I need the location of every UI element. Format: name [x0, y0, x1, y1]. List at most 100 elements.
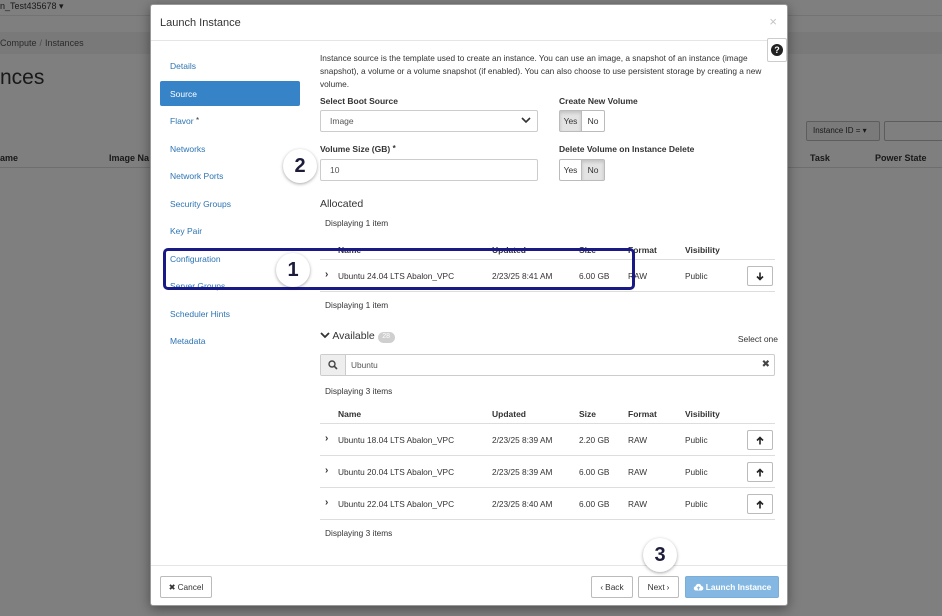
- deallocate-button[interactable]: [747, 266, 773, 286]
- close-icon: ✖: [168, 582, 176, 592]
- allocate-button[interactable]: [747, 430, 773, 450]
- chevron-right-icon[interactable]: ›: [325, 497, 328, 508]
- table-row: › Ubuntu 24.04 LTS Abalon_VPC 2/23/25 8:…: [320, 260, 775, 292]
- create-volume-label: Create New Volume: [559, 96, 638, 106]
- launch-instance-modal: Launch Instance × ? Details Source Flavo…: [150, 4, 788, 606]
- create-volume-no[interactable]: No: [582, 110, 605, 132]
- volume-size-label: Volume Size (GB) *: [320, 144, 396, 154]
- row-visibility: Public: [685, 467, 708, 477]
- callout-step-2: 2: [283, 149, 317, 183]
- cancel-button[interactable]: ✖ Cancel: [160, 576, 212, 598]
- available-count-bottom: Displaying 3 items: [325, 528, 393, 538]
- allocate-button[interactable]: [747, 462, 773, 482]
- allocated-table-header: Name Updated Size Format Visibility: [320, 240, 775, 260]
- boot-source-label: Select Boot Source: [320, 96, 398, 106]
- boot-source-value: Image: [330, 116, 354, 126]
- nav-item-label: Security Groups: [170, 198, 231, 209]
- volume-size-input[interactable]: 10: [320, 159, 538, 181]
- nav-item-label: Details: [170, 61, 196, 71]
- help-icon: ?: [771, 44, 783, 56]
- close-icon[interactable]: ×: [769, 14, 777, 29]
- clear-search-icon[interactable]: ✖: [762, 359, 770, 370]
- nav-item-label: Scheduler Hints: [170, 308, 231, 319]
- available-title: Available: [332, 330, 375, 342]
- available-table: Name Updated Size Format Visibility › Ub…: [320, 404, 775, 520]
- arrow-up-icon: [756, 435, 764, 444]
- available-count-badge: 28: [377, 332, 395, 343]
- nav-item-label: Key Pair: [170, 226, 203, 236]
- nav-item-flavor[interactable]: Flavor *: [160, 108, 300, 133]
- nav-item-metadata[interactable]: Metadata: [160, 328, 300, 353]
- row-size: 6.00 GB: [579, 467, 610, 477]
- nav-item-source[interactable]: Source: [160, 80, 300, 106]
- row-visibility: Public: [685, 499, 708, 509]
- column-name: Name: [338, 245, 362, 255]
- nav-item-scheduler-hints[interactable]: Scheduler Hints: [160, 301, 300, 326]
- modal-header: Launch Instance ×: [151, 5, 787, 41]
- nav-item-label: Configuration: [170, 253, 221, 264]
- row-format: RAW: [628, 435, 648, 445]
- nav-item-label: Metadata: [170, 336, 206, 346]
- allocate-button[interactable]: [747, 494, 773, 514]
- modal-footer: ✖ Cancel ‹ Back Next › Launch Instance: [151, 565, 787, 607]
- volume-size-label-text: Volume Size (GB): [320, 144, 391, 154]
- source-description: Instance source is the template used to …: [320, 53, 762, 89]
- row-updated: 2/23/25 8:41 AM: [492, 271, 553, 281]
- row-visibility: Public: [685, 271, 708, 281]
- delete-volume-toggle: Yes No: [559, 159, 605, 181]
- table-row: › Ubuntu 18.04 LTS Abalon_VPC 2/23/25 8:…: [320, 424, 775, 456]
- create-volume-toggle: Yes No: [559, 110, 605, 132]
- row-size: 6.00 GB: [579, 271, 610, 281]
- row-name: Ubuntu 24.04 LTS Abalon_VPC: [338, 271, 455, 281]
- row-format: RAW: [628, 467, 648, 477]
- row-name: Ubuntu 20.04 LTS Abalon_VPC: [338, 467, 455, 477]
- callout-step-1: 1: [276, 253, 310, 287]
- available-toggle[interactable]: Available 28: [320, 330, 395, 343]
- allocated-title: Allocated: [320, 198, 364, 210]
- back-button[interactable]: ‹ Back: [591, 576, 633, 598]
- delete-volume-no[interactable]: No: [582, 159, 605, 181]
- nav-item-key-pair[interactable]: Key Pair: [160, 218, 300, 243]
- column-visibility: Visibility: [685, 409, 720, 419]
- next-label: Next: [647, 582, 665, 592]
- allocated-count-bottom: Displaying 1 item: [325, 300, 389, 310]
- table-row: › Ubuntu 22.04 LTS Abalon_VPC 2/23/25 8:…: [320, 488, 775, 520]
- delete-volume-label: Delete Volume on Instance Delete: [559, 144, 695, 154]
- required-mark: *: [392, 144, 396, 153]
- create-volume-yes[interactable]: Yes: [559, 110, 582, 132]
- row-format: RAW: [628, 271, 648, 281]
- cloud-upload-icon: [693, 583, 704, 591]
- chevron-right-icon[interactable]: ›: [325, 269, 328, 280]
- allocated-table: Name Updated Size Format Visibility › Ub…: [320, 240, 775, 292]
- arrow-down-icon: [756, 272, 764, 281]
- nav-item-security-groups[interactable]: Security Groups: [160, 191, 300, 216]
- arrow-up-icon: [756, 467, 764, 476]
- arrow-up-icon: [756, 499, 764, 508]
- row-updated: 2/23/25 8:40 AM: [492, 499, 553, 509]
- chevron-left-icon: ‹: [600, 582, 604, 592]
- boot-source-select[interactable]: Image: [320, 110, 538, 132]
- nav-item-network-ports[interactable]: Network Ports: [160, 163, 300, 188]
- callout-step-3: 3: [643, 538, 677, 572]
- chevron-right-icon[interactable]: ›: [325, 433, 328, 444]
- column-size: Size: [579, 245, 597, 255]
- delete-volume-yes[interactable]: Yes: [559, 159, 582, 181]
- column-name: Name: [338, 409, 362, 419]
- nav-item-details[interactable]: Details: [160, 53, 300, 78]
- row-name: Ubuntu 22.04 LTS Abalon_VPC: [338, 499, 455, 509]
- available-search[interactable]: Ubuntu ✖: [320, 354, 775, 376]
- row-size: 2.20 GB: [579, 435, 610, 445]
- next-button[interactable]: Next ›: [638, 576, 679, 598]
- row-name: Ubuntu 18.04 LTS Abalon_VPC: [338, 435, 455, 445]
- row-updated: 2/23/25 8:39 AM: [492, 467, 553, 477]
- column-format: Format: [628, 245, 657, 255]
- chevron-right-icon[interactable]: ›: [325, 465, 328, 476]
- search-input[interactable]: Ubuntu: [351, 360, 378, 370]
- launch-label: Launch Instance: [705, 582, 772, 592]
- column-format: Format: [628, 409, 657, 419]
- row-size: 6.00 GB: [579, 499, 610, 509]
- row-visibility: Public: [685, 435, 708, 445]
- launch-instance-button[interactable]: Launch Instance: [685, 576, 779, 598]
- table-row: › Ubuntu 20.04 LTS Abalon_VPC 2/23/25 8:…: [320, 456, 775, 488]
- nav-item-networks[interactable]: Networks: [160, 136, 300, 161]
